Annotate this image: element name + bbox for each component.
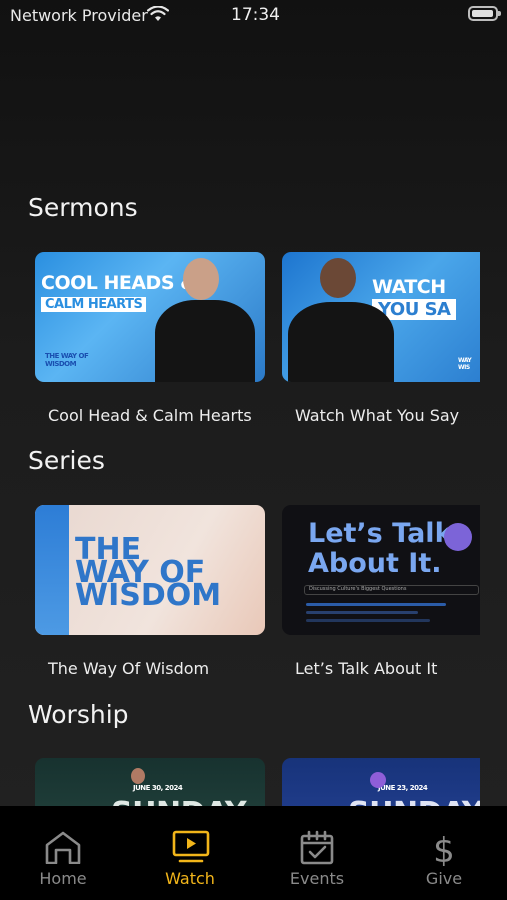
- tab-bar: Home Watch Events $ Give: [0, 806, 507, 900]
- section-title-series: Series: [28, 446, 105, 475]
- speaker-head: [183, 258, 219, 300]
- thumb-subtitle: Discussing Culture's Biggest Questions: [304, 585, 479, 595]
- section-title-sermons: Sermons: [28, 193, 138, 222]
- thumb-date: JUNE 30, 2024: [133, 784, 183, 792]
- thumb-decor-line: [306, 619, 430, 622]
- tab-label: Give: [425, 869, 463, 888]
- tab-label: Home: [39, 869, 87, 888]
- series-label: Let’s Talk About It: [295, 659, 438, 678]
- thumb-decor: [444, 523, 472, 551]
- thumb-decor-line: [306, 611, 418, 614]
- tab-home[interactable]: Home: [0, 806, 126, 900]
- section-title-worship: Worship: [28, 700, 129, 729]
- thumb-decor-line: [306, 603, 446, 606]
- thumb-strip: [35, 505, 69, 635]
- thumb-title-line2: About It.: [308, 548, 442, 579]
- watch-screen: Network Provider 17:34 Sermons COOL HEAD…: [0, 0, 507, 900]
- thumb-date: JUNE 23, 2024: [378, 784, 428, 792]
- tab-watch[interactable]: Watch: [127, 806, 253, 900]
- thumb-series-badge: WAY WIS: [458, 357, 472, 371]
- series-card-lets-talk[interactable]: Let’s Talk About It. Discussing Culture'…: [282, 505, 480, 635]
- speaker-figure: [288, 302, 394, 382]
- series-card-way-of-wisdom[interactable]: THE WAY OF WISDOM: [35, 505, 265, 635]
- dollar-icon: $: [433, 831, 455, 866]
- tab-give[interactable]: $ Give: [381, 806, 507, 900]
- tab-events[interactable]: Events: [254, 806, 380, 900]
- thumb-series-badge: THE WAY OF WISDOM: [45, 352, 89, 368]
- thumb-subtitle: CALM HEARTS: [41, 297, 147, 312]
- status-bar: Network Provider 17:34: [0, 0, 507, 30]
- carrier-name: Network Provider: [10, 6, 148, 25]
- sermon-card-cool-heads[interactable]: COOL HEADS & CALM HEARTS THE WAY OF WISD…: [35, 252, 265, 382]
- series-label: The Way Of Wisdom: [48, 659, 210, 678]
- thumb-title-line3: WISDOM: [75, 578, 222, 613]
- thumb-title: COOL HEADS &: [41, 272, 197, 294]
- calendar-check-icon: [300, 830, 334, 865]
- speaker-head: [320, 258, 356, 298]
- home-icon: [45, 831, 81, 864]
- battery-icon: [468, 6, 501, 21]
- clock: 17:34: [231, 5, 280, 25]
- tab-label: Events: [289, 869, 345, 888]
- tab-label: Watch: [165, 869, 215, 888]
- svg-text:$: $: [433, 831, 455, 866]
- play-screen-icon: [172, 830, 210, 863]
- sermon-card-watch-what-you-say[interactable]: WATCH WH YOU SA WAY WIS: [282, 252, 480, 382]
- thumb-title-line1: Let’s Talk: [308, 518, 453, 549]
- sermon-label: Cool Head & Calm Hearts: [48, 406, 252, 425]
- speaker-figure: [155, 300, 255, 382]
- singer-head: [370, 772, 386, 788]
- wifi-icon: [147, 6, 169, 21]
- singer-head: [131, 768, 145, 784]
- sermon-label: Watch What You Say: [295, 406, 460, 425]
